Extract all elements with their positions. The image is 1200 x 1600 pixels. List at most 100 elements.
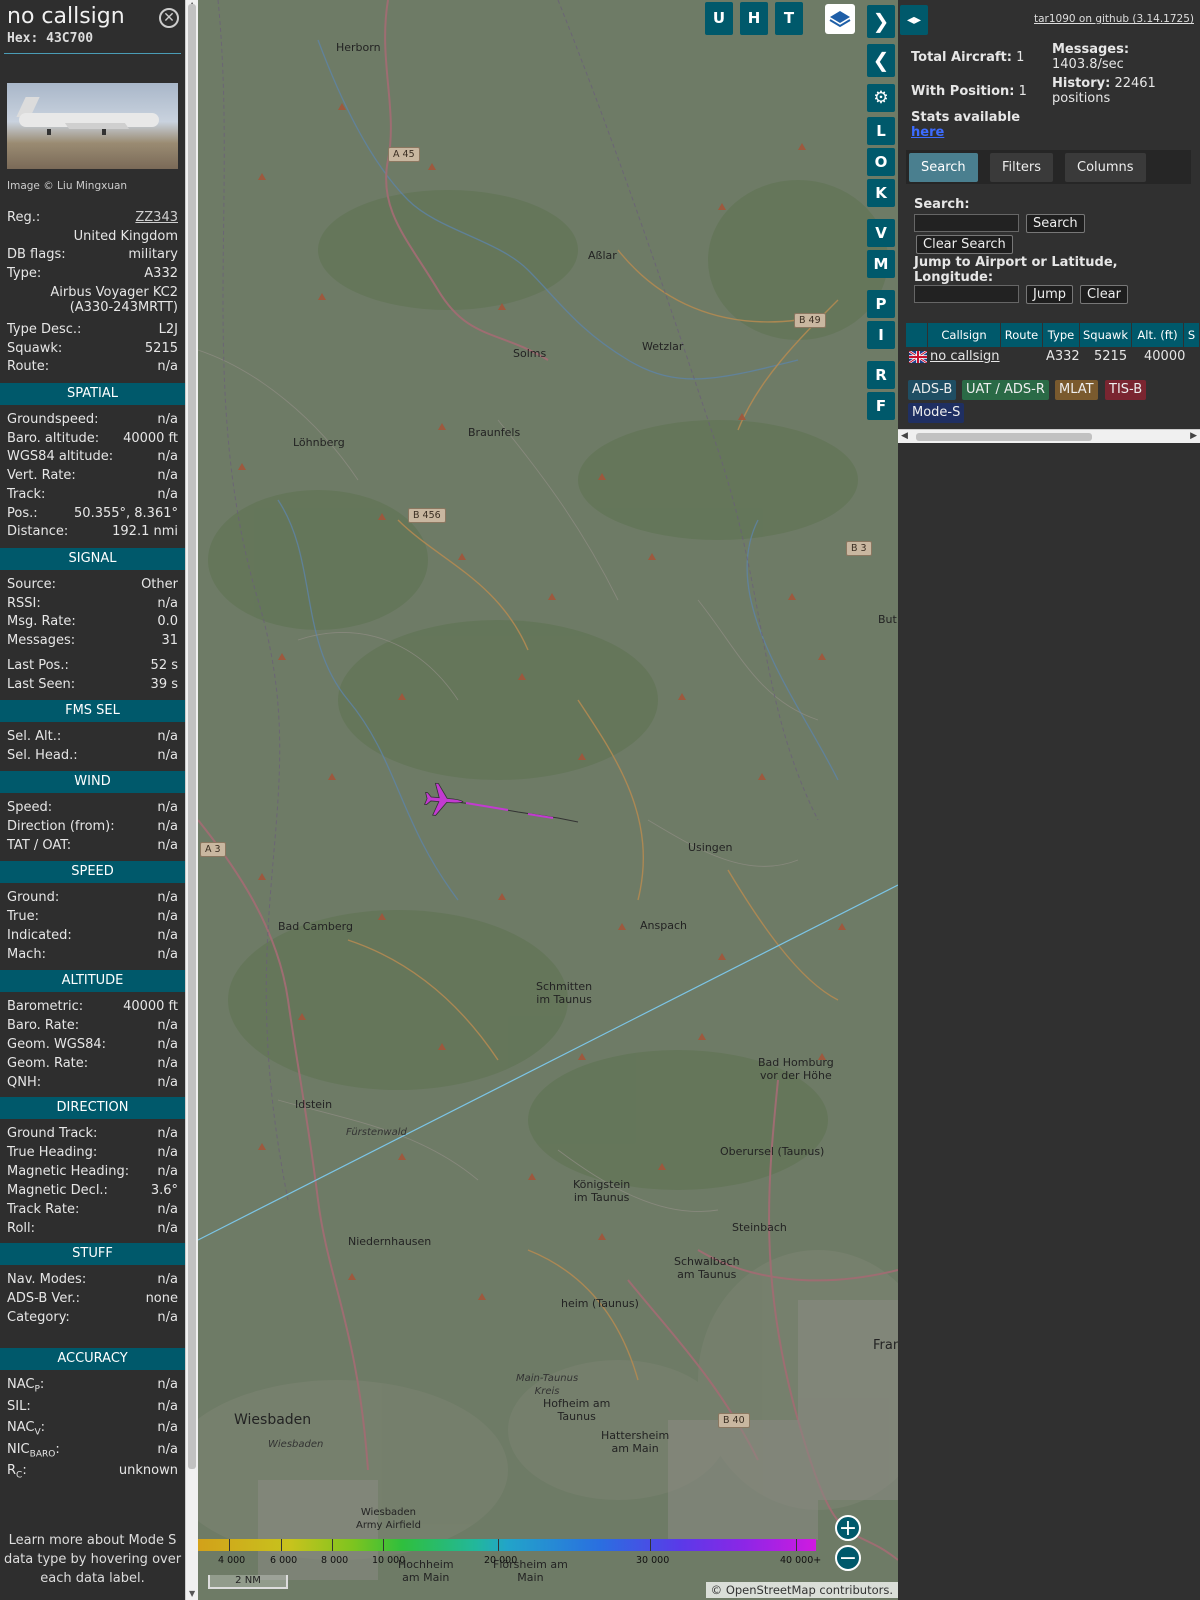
section-header-speed: SPEED	[0, 861, 185, 883]
column-squawk[interactable]: Squawk	[1080, 323, 1132, 347]
map-button-m[interactable]: M	[867, 250, 895, 278]
zoom-in-button[interactable]: +	[835, 1515, 861, 1541]
info-row: Messages: 31	[7, 633, 178, 651]
tab-filters[interactable]: Filters	[990, 153, 1053, 182]
info-row-value: 52 s	[150, 657, 178, 673]
map-button-o[interactable]: O	[867, 148, 895, 176]
road-b456: B 456	[408, 508, 446, 523]
jump-input[interactable]	[914, 285, 1019, 303]
info-row-value: n/a	[157, 1202, 178, 1217]
stats-link[interactable]: here	[911, 125, 944, 140]
table-horizontal-scrollbar[interactable]: ◀ ▶	[898, 429, 1200, 443]
map-button-l[interactable]: L	[867, 117, 895, 145]
source-badge: Mode-S	[908, 403, 965, 423]
jump-label: Jump to Airport or Latitude, Longitude:	[914, 255, 1118, 285]
map-button-u[interactable]: U	[705, 2, 733, 35]
settings-button[interactable]: ⚙	[867, 84, 895, 112]
clear-button[interactable]: Clear	[1080, 285, 1128, 304]
column-speed[interactable]: S	[1184, 323, 1200, 347]
column-flag[interactable]	[906, 323, 928, 347]
search-label: Search:	[914, 197, 970, 212]
info-scrollbar[interactable]: ▲▼	[185, 0, 198, 1600]
map-button-f[interactable]: F	[867, 392, 895, 420]
info-row: Squawk: 5215	[7, 341, 178, 359]
info-row: Barometric: 40000 ft	[7, 999, 178, 1017]
github-link[interactable]: tar1090 on github (3.14.1725)	[1034, 13, 1194, 25]
info-row-label: Source:	[7, 577, 57, 592]
zoom-out-button[interactable]: −	[835, 1545, 861, 1571]
collapse-left-button[interactable]: ❮	[867, 44, 895, 77]
info-row-value: n/a	[157, 1164, 178, 1179]
info-row-label: Track:	[7, 486, 46, 502]
info-row-label: TAT / OAT:	[7, 838, 72, 853]
info-row: Last Pos.: 52 s	[7, 658, 178, 676]
info-row-value: n/a	[157, 449, 178, 465]
tab-search[interactable]: Search	[909, 153, 978, 182]
map-button-v[interactable]: V	[867, 219, 895, 247]
jump-button[interactable]: Jump	[1026, 285, 1073, 304]
clear-search-button[interactable]: Clear Search	[916, 235, 1013, 254]
column-type[interactable]: Type	[1043, 323, 1080, 347]
column-callsign[interactable]: Callsign	[928, 323, 1001, 347]
info-row-label: Track Rate:	[7, 1202, 80, 1217]
arrows-horizontal-icon: ◂▸	[906, 12, 922, 28]
place-main-taunus-kreis: Main-Taunus Kreis	[516, 1373, 579, 1397]
close-icon[interactable]: ✕	[159, 8, 179, 28]
info-row: Baro. Rate: n/a	[7, 1018, 178, 1036]
section-header-wind: WIND	[0, 771, 185, 793]
source-badge: ADS-B	[908, 380, 957, 400]
info-row-label: SIL:	[7, 1398, 31, 1414]
section-header-altitude: ALTITUDE	[0, 970, 185, 992]
info-row-label: Ground Track:	[7, 1126, 98, 1141]
place-koenigstein: Königstein im Taunus	[573, 1178, 631, 1204]
info-row-label: Squawk:	[7, 341, 63, 356]
photo-credit: Image © Liu Mingxuan	[7, 180, 128, 192]
info-row-label: Roll:	[7, 1221, 36, 1236]
info-row-value: n/a	[157, 909, 178, 924]
place-frankfurt: Fran	[873, 1338, 898, 1353]
stats-available: Stats available here	[911, 110, 1021, 140]
map-view[interactable]: Herborn Aßlar Wetzlar Solms Löhnberg Bra…	[198, 0, 898, 1600]
place-oberursel: Oberursel (Taunus)	[720, 1145, 825, 1158]
row-altitude: 40000	[1144, 349, 1186, 364]
map-button-h[interactable]: H	[740, 2, 768, 35]
road-b40: B 40	[718, 1413, 750, 1428]
aircraft-photo[interactable]	[7, 83, 178, 169]
info-row-value[interactable]: ZZ343	[135, 210, 178, 225]
info-row-value: n/a	[157, 800, 178, 815]
row-squawk: 5215	[1094, 349, 1128, 364]
place-wiesbaden-district: Wiesbaden	[268, 1439, 324, 1450]
info-row-value: n/a	[157, 890, 178, 905]
search-button[interactable]: Search	[1026, 214, 1085, 233]
sidebar-tabs: Search Filters Columns	[906, 150, 1191, 184]
map-button-k[interactable]: K	[867, 179, 895, 207]
search-input[interactable]	[914, 214, 1019, 232]
place-niedernhausen: Niedernhausen	[348, 1235, 432, 1248]
map-button-t[interactable]: T	[775, 2, 803, 35]
chevron-right-icon: ❯	[872, 9, 890, 33]
toggle-sidebar-button[interactable]: ◂▸	[900, 5, 928, 35]
info-row-value: military	[128, 247, 178, 262]
source-badge: TIS-B	[1105, 380, 1147, 400]
map-attribution[interactable]: © OpenStreetMap contributors.	[705, 1582, 898, 1598]
info-row: Msg. Rate: 0.0	[7, 614, 178, 632]
column-altitude[interactable]: Alt. (ft)	[1132, 323, 1184, 347]
info-row-value: A332	[144, 266, 178, 281]
map-button-r[interactable]: R	[867, 361, 895, 389]
info-row: Nav. Modes: n/a	[7, 1272, 178, 1290]
info-row-value: n/a	[157, 928, 178, 943]
info-row-value: (A330-243MRTT)	[69, 300, 178, 315]
row-callsign[interactable]: no callsign	[930, 349, 1000, 365]
info-row: Ground: n/a	[7, 890, 178, 908]
place-usingen: Usingen	[688, 841, 733, 854]
info-row-label: Reg.:	[7, 210, 41, 225]
map-button-i[interactable]: I	[867, 321, 895, 349]
layers-button[interactable]	[825, 4, 855, 34]
section-header-spatial: SPATIAL	[0, 383, 185, 405]
map-button-p[interactable]: P	[867, 290, 895, 318]
section-header-fms: FMS SEL	[0, 700, 185, 722]
aircraft-list-sidebar: ◂▸ tar1090 on github (3.14.1725) Total A…	[898, 0, 1200, 1600]
column-route[interactable]: Route	[1001, 323, 1043, 347]
expand-right-button[interactable]: ❯	[867, 5, 895, 38]
tab-columns[interactable]: Columns	[1065, 153, 1146, 182]
